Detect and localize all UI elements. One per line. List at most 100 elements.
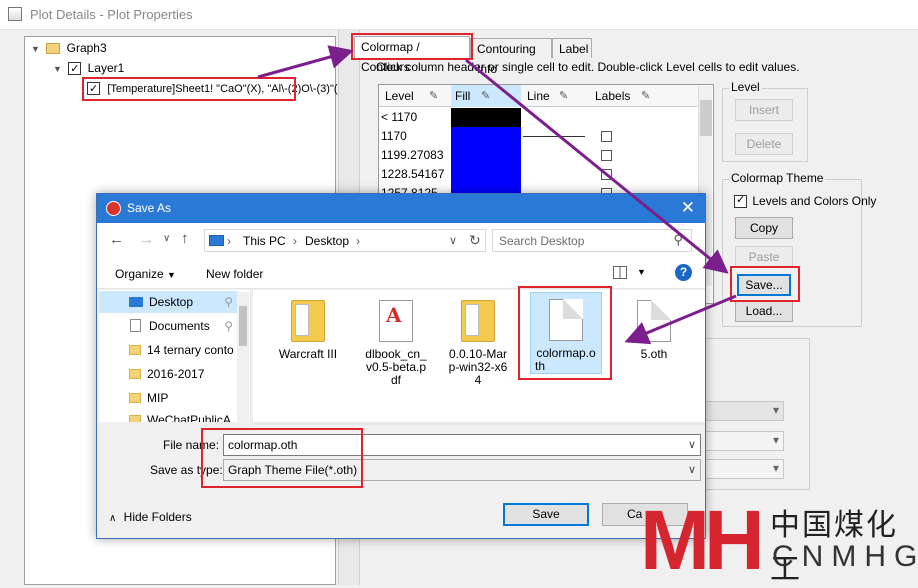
folder-icon: [129, 345, 141, 355]
scroll-thumb[interactable]: [239, 306, 247, 346]
pencil-icon[interactable]: ✎: [481, 89, 490, 102]
navigation-pane[interactable]: Desktop ⚲ Documents ⚲ 14 ternary conto 2…: [99, 290, 251, 422]
table-row[interactable]: < 1170: [379, 108, 699, 127]
tree-item-layer[interactable]: ▼ Layer1: [53, 59, 124, 78]
folder-icon: [46, 43, 61, 55]
save-highlight: [730, 266, 800, 302]
fill-cell[interactable]: [451, 127, 521, 146]
save-button[interactable]: Save: [503, 503, 589, 526]
chevron-down-icon[interactable]: ∨: [163, 233, 170, 244]
label-checkbox[interactable]: [601, 131, 612, 142]
nav-item-desktop[interactable]: Desktop ⚲: [99, 291, 239, 313]
nav-item-label: Documents: [149, 319, 210, 333]
nav-item-folder[interactable]: MIP: [99, 387, 239, 409]
table-row[interactable]: 1199.27083: [379, 146, 699, 165]
levels-colors-only-label: Levels and Colors Only: [752, 194, 877, 208]
options-combo-2[interactable]: [704, 431, 784, 451]
level-cell[interactable]: 1228.54167: [381, 167, 444, 181]
app-icon: [8, 7, 22, 21]
file-highlight: [518, 286, 612, 380]
header-fill[interactable]: Fill: [455, 89, 470, 103]
options-combo-3[interactable]: [704, 459, 784, 479]
tab-contouring-info[interactable]: Contouring Info: [470, 38, 552, 76]
chevron-down-icon[interactable]: ∨: [688, 463, 696, 476]
tree-item-graph[interactable]: ▼ Graph3: [31, 39, 107, 57]
chevron-down-icon[interactable]: ∨: [449, 234, 457, 247]
fill-cell[interactable]: [451, 108, 521, 127]
header-level[interactable]: Level: [385, 89, 414, 103]
address-desktop[interactable]: Desktop: [305, 234, 349, 248]
tab-label[interactable]: Label: [552, 38, 592, 58]
file-icon: [637, 300, 671, 342]
folder-icon: [129, 369, 141, 379]
table-row[interactable]: 1228.54167: [379, 165, 699, 184]
fill-cell[interactable]: [451, 146, 521, 165]
file-item[interactable]: 5.oth: [621, 294, 687, 361]
folder-icon: [461, 300, 495, 342]
organize-button[interactable]: Organize ▼: [115, 267, 176, 281]
level-cell[interactable]: 1170: [381, 129, 407, 143]
file-list[interactable]: Warcraft III dlbook_cn_ v0.5-beta.p df 0…: [253, 290, 705, 422]
hide-folders-label: Hide Folders: [123, 510, 192, 524]
level-cell[interactable]: < 1170: [381, 110, 417, 124]
copy-button[interactable]: Copy: [735, 217, 793, 239]
table-row[interactable]: 1170: [379, 127, 699, 146]
up-arrow-icon[interactable]: ↑: [181, 230, 189, 247]
label-checkbox[interactable]: [601, 150, 612, 161]
refresh-icon[interactable]: ↻: [469, 232, 481, 249]
caret-down-icon[interactable]: ▼: [637, 267, 646, 277]
layer-checkbox[interactable]: [68, 60, 82, 78]
new-folder-button[interactable]: New folder: [206, 267, 263, 281]
collapse-icon[interactable]: ▼: [31, 44, 40, 54]
colormap-theme-title: Colormap Theme: [729, 171, 826, 185]
hide-folders-button[interactable]: ∧ Hide Folders: [109, 510, 192, 524]
levels-colors-only-option[interactable]: Levels and Colors Only: [734, 193, 877, 209]
close-icon[interactable]: ✕: [681, 198, 695, 218]
insert-button[interactable]: Insert: [735, 99, 793, 121]
help-icon[interactable]: ?: [675, 264, 692, 281]
file-item[interactable]: 0.0.10-Mar p-win32-x6 4: [445, 294, 511, 387]
levels-colors-only-checkbox[interactable]: [734, 193, 747, 209]
pencil-icon[interactable]: ✎: [429, 89, 438, 102]
nav-item-label: 2016-2017: [147, 367, 205, 381]
scroll-thumb[interactable]: [700, 100, 712, 136]
window-title: Plot Details - Plot Properties: [30, 7, 193, 22]
app-icon: [106, 201, 121, 216]
options-combo-1[interactable]: [704, 401, 784, 421]
desktop-icon: [129, 297, 143, 307]
file-item[interactable]: Warcraft III: [275, 294, 341, 361]
delete-button[interactable]: Delete: [735, 133, 793, 155]
nav-item-documents[interactable]: Documents ⚲: [99, 315, 239, 337]
level-cell[interactable]: 1199.27083: [381, 148, 444, 162]
header-line[interactable]: Line: [527, 89, 550, 103]
pencil-icon[interactable]: ✎: [641, 89, 650, 102]
load-theme-button[interactable]: Load...: [735, 300, 793, 322]
nav-item-folder[interactable]: 14 ternary conto: [99, 339, 239, 361]
search-input[interactable]: Search Desktop ⚲: [492, 229, 692, 252]
instruction-text: Click column header or single cell to ed…: [376, 60, 800, 74]
label-checkbox[interactable]: [601, 169, 612, 180]
nav-item-folder[interactable]: 2016-2017: [99, 363, 239, 385]
forward-arrow-icon[interactable]: →: [139, 231, 154, 248]
folder-icon: [129, 393, 141, 403]
nav-scrollbar[interactable]: [237, 292, 249, 422]
nav-item-folder[interactable]: WeChatPublicA: [99, 409, 239, 422]
file-list-scrollbar[interactable]: [253, 422, 705, 425]
collapse-icon[interactable]: ▼: [53, 64, 62, 74]
header-labels[interactable]: Labels: [595, 89, 630, 103]
search-placeholder: Search Desktop: [499, 234, 585, 248]
folder-icon: [291, 300, 325, 342]
chevron-down-icon[interactable]: ∨: [688, 438, 696, 451]
line-cell[interactable]: [523, 136, 585, 137]
search-icon[interactable]: ⚲: [673, 232, 683, 248]
address-this-pc[interactable]: This PC: [243, 234, 286, 248]
pencil-icon[interactable]: ✎: [559, 89, 568, 102]
file-item[interactable]: dlbook_cn_ v0.5-beta.p df: [363, 294, 429, 387]
back-arrow-icon[interactable]: ←: [109, 231, 124, 248]
fill-cell[interactable]: [451, 165, 521, 184]
address-bar[interactable]: › This PC › Desktop › ∨ ↻: [204, 229, 486, 252]
paste-button[interactable]: Paste: [735, 246, 793, 268]
pin-icon: ⚲: [224, 295, 233, 309]
organize-label: Organize: [115, 267, 164, 281]
view-options-icon[interactable]: [613, 266, 627, 279]
